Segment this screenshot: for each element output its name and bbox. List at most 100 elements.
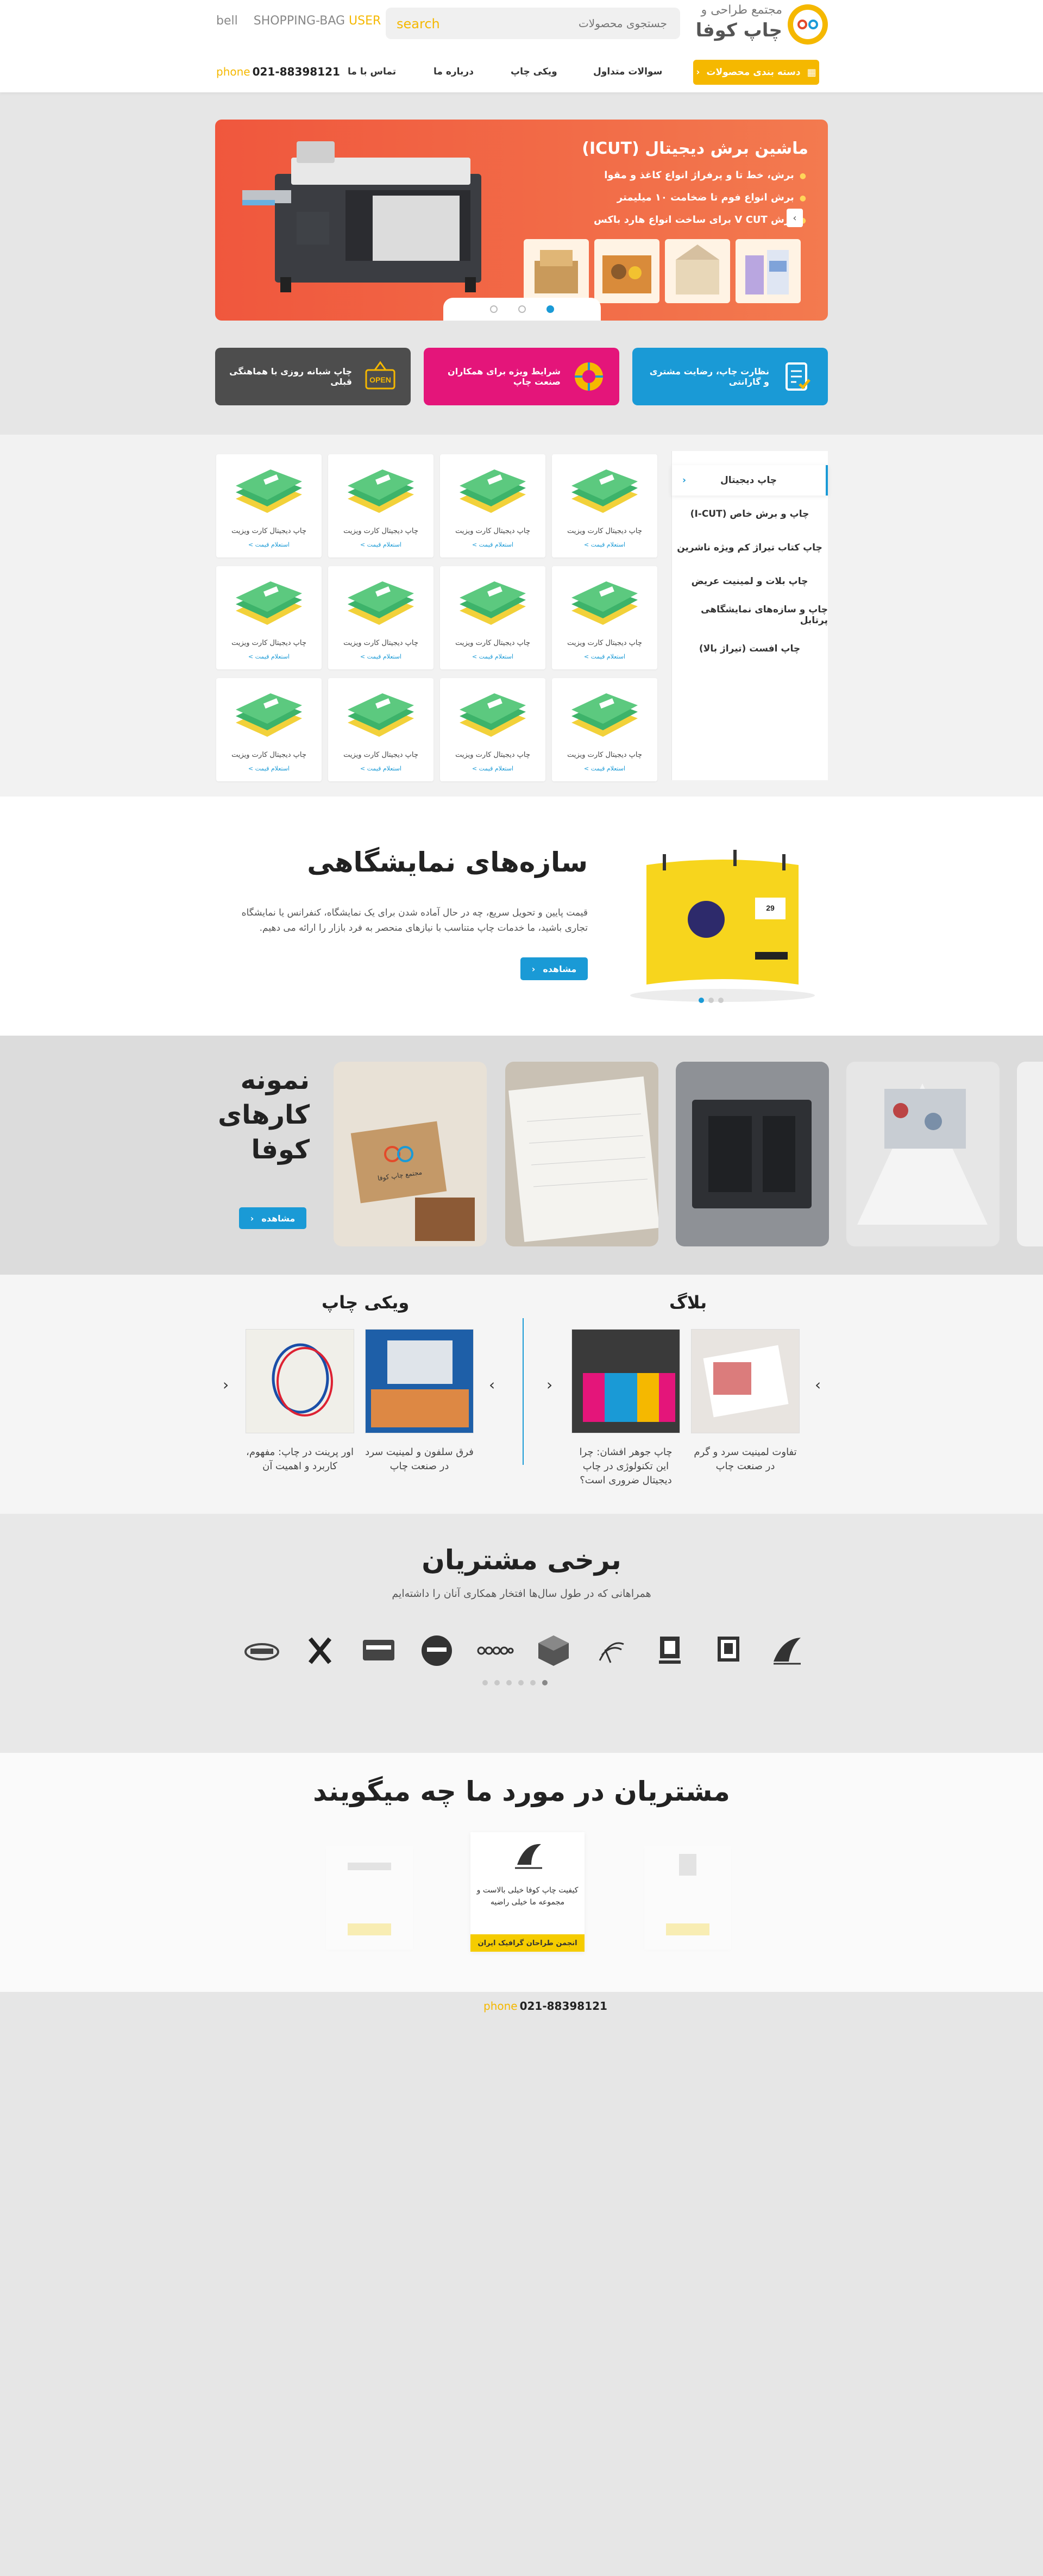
wiki-next-arrow[interactable]: › <box>223 1376 229 1394</box>
price-inquiry-link[interactable]: استعلام قیمت > <box>216 765 322 772</box>
category-item-book[interactable]: چاپ کتاب تیراژ کم ویژه ناشرین <box>671 532 828 563</box>
customer-logo[interactable] <box>764 1628 809 1674</box>
product-name[interactable]: چاپ دیجیتال کارت ویزیت <box>440 639 545 647</box>
blog-thumb[interactable] <box>571 1329 680 1433</box>
product-card[interactable]: چاپ دیجیتال کارت ویزیت استعلام قیمت > <box>552 678 657 781</box>
product-card[interactable]: چاپ دیجیتال کارت ویزیت استعلام قیمت > <box>440 566 545 669</box>
product-card[interactable]: چاپ دیجیتال کارت ویزیت استعلام قیمت > <box>216 454 322 557</box>
testimonial-card-left[interactable] <box>326 1846 413 1950</box>
wiki-post-title[interactable]: اور پرینت در چاپ: مفهوم، کاربرد و اهمیت … <box>246 1445 354 1474</box>
category-item-exhibition[interactable]: چاپ و سازه‌های نمایشگاهی پرتابل <box>671 600 828 630</box>
wiki-thumb[interactable] <box>246 1329 354 1433</box>
product-name[interactable]: چاپ دیجیتال کارت ویزیت <box>328 639 433 647</box>
nav-contact[interactable]: تماس با ما <box>348 66 396 77</box>
portfolio-card-brand[interactable]: مجتمع چاپ کوفا <box>334 1062 487 1246</box>
product-card[interactable]: چاپ دیجیتال کارت ویزیت استعلام قیمت > <box>552 566 657 669</box>
feature-warranty[interactable]: نظارت چاپ، رضایت مشتری و گارانتی <box>632 348 828 405</box>
wiki-post-title[interactable]: فرق سلفون و لمینیت سرد در صنعت چاپ <box>365 1445 474 1474</box>
category-item-offset[interactable]: چاپ افست (تیراژ بالا) <box>671 634 828 664</box>
portfolio-view-button[interactable]: مشاهده ‹ <box>239 1207 306 1229</box>
price-inquiry-link[interactable]: استعلام قیمت > <box>440 765 545 772</box>
price-inquiry-link[interactable]: استعلام قیمت > <box>216 541 322 548</box>
blog-prev-arrow[interactable]: ‹ <box>815 1376 821 1394</box>
bell-icon[interactable]: bell <box>216 14 238 28</box>
price-inquiry-link[interactable]: استعلام قیمت > <box>216 653 322 660</box>
carousel-dot[interactable] <box>482 1680 488 1685</box>
exhibition-view-button[interactable]: مشاهده ‹ <box>520 957 588 980</box>
wiki-thumb[interactable] <box>365 1329 474 1433</box>
carousel-dot[interactable] <box>708 998 714 1003</box>
product-card[interactable]: چاپ دیجیتال کارت ویزیت استعلام قیمت > <box>440 454 545 557</box>
product-name[interactable]: چاپ دیجیتال کارت ویزیت <box>328 751 433 759</box>
customer-logo[interactable] <box>297 1628 343 1674</box>
product-card[interactable]: چاپ دیجیتال کارت ویزیت استعلام قیمت > <box>328 678 433 781</box>
blog-post-title[interactable]: تفاوت لمینیت سرد و گرم در صنعت چاپ <box>691 1445 800 1474</box>
price-inquiry-link[interactable]: استعلام قیمت > <box>552 541 657 548</box>
portfolio-card-next[interactable] <box>1017 1062 1043 1246</box>
customer-logo[interactable] <box>414 1628 460 1674</box>
product-card[interactable]: چاپ دیجیتال کارت ویزیت استعلام قیمت > <box>216 678 322 781</box>
nav-about[interactable]: درباره ما <box>433 66 474 77</box>
product-name[interactable]: چاپ دیجیتال کارت ویزیت <box>552 751 657 759</box>
nav-faq[interactable]: سوالات متداول <box>593 66 662 77</box>
slider-dot[interactable] <box>490 305 498 313</box>
price-inquiry-link[interactable]: استعلام قیمت > <box>328 541 433 548</box>
customer-logo[interactable] <box>239 1628 285 1674</box>
product-name[interactable]: چاپ دیجیتال کارت ویزیت <box>552 639 657 647</box>
category-item-digital[interactable]: چاپ دیجیتال ‹ <box>671 465 828 496</box>
blog-post-title[interactable]: چاپ جوهر افشان: چرا این تکنولوژی در چاپ … <box>571 1445 680 1488</box>
feature-colleagues[interactable]: شرایط ویژه برای همکاران صنعت چاپ <box>424 348 619 405</box>
carousel-dot[interactable] <box>518 1680 524 1685</box>
user-icon[interactable]: USER <box>349 14 381 28</box>
shopping-bag-icon[interactable]: SHOPPING-BAG <box>254 14 345 28</box>
carousel-dot[interactable] <box>699 998 704 1003</box>
slider-dot-active[interactable] <box>546 305 554 313</box>
price-inquiry-link[interactable]: استعلام قیمت > <box>440 541 545 548</box>
footer-phone[interactable]: phone 021-88398121 <box>483 2000 607 2013</box>
portfolio-card-notepad[interactable] <box>505 1062 658 1246</box>
product-card[interactable]: چاپ دیجیتال کارت ویزیت استعلام قیمت > <box>328 566 433 669</box>
blog-next-arrow[interactable]: › <box>546 1376 552 1394</box>
slider-dot[interactable] <box>518 305 526 313</box>
kofa-logo[interactable] <box>788 4 828 45</box>
carousel-dot[interactable] <box>494 1680 500 1685</box>
slider-prev-button[interactable]: ‹ <box>787 209 803 227</box>
wiki-prev-arrow[interactable]: ‹ <box>489 1376 495 1394</box>
customer-logo[interactable] <box>706 1628 751 1674</box>
price-inquiry-link[interactable]: استعلام قیمت > <box>328 765 433 772</box>
feature-24h[interactable]: OPEN چاپ شبانه روزی با هماهنگی قبلی <box>215 348 411 405</box>
category-item-icut[interactable]: چاپ و برش خاص (I-CUT) <box>671 499 828 529</box>
product-name[interactable]: چاپ دیجیتال کارت ویزیت <box>440 751 545 759</box>
product-name[interactable]: چاپ دیجیتال کارت ویزیت <box>440 527 545 535</box>
product-card[interactable]: چاپ دیجیتال کارت ویزیت استعلام قیمت > <box>440 678 545 781</box>
category-item-plot[interactable]: چاپ بلات و لمینیت عریض <box>671 566 828 597</box>
product-name[interactable]: چاپ دیجیتال کارت ویزیت <box>328 527 433 535</box>
product-card[interactable]: چاپ دیجیتال کارت ویزیت استعلام قیمت > <box>216 566 322 669</box>
carousel-dot-active[interactable] <box>542 1680 548 1685</box>
carousel-dot[interactable] <box>506 1680 512 1685</box>
price-inquiry-link[interactable]: استعلام قیمت > <box>328 653 433 660</box>
category-menu-button[interactable]: ▦ دسته بندی محصولات ‹ <box>693 60 819 85</box>
customer-logo[interactable] <box>647 1628 693 1674</box>
testimonial-card-center[interactable]: کیفیت چاپ کوفا خیلی بالاست و مجموعه ما خ… <box>470 1832 585 1952</box>
search-icon[interactable]: search <box>397 16 440 32</box>
customer-logo[interactable] <box>356 1628 401 1674</box>
customer-logo[interactable] <box>472 1628 518 1674</box>
portfolio-card-giftbox[interactable] <box>676 1062 829 1246</box>
portfolio-card-calendar[interactable] <box>846 1062 1000 1246</box>
product-name[interactable]: چاپ دیجیتال کارت ویزیت <box>216 751 322 759</box>
header-phone[interactable]: phone 021-88398121 <box>216 65 340 78</box>
customer-logo[interactable] <box>589 1628 634 1674</box>
customer-logo[interactable] <box>531 1628 576 1674</box>
product-name[interactable]: چاپ دیجیتال کارت ویزیت <box>216 527 322 535</box>
product-name[interactable]: چاپ دیجیتال کارت ویزیت <box>216 639 322 647</box>
carousel-dot[interactable] <box>718 998 724 1003</box>
product-name[interactable]: چاپ دیجیتال کارت ویزیت <box>552 527 657 535</box>
price-inquiry-link[interactable]: استعلام قیمت > <box>552 765 657 772</box>
product-card[interactable]: چاپ دیجیتال کارت ویزیت استعلام قیمت > <box>328 454 433 557</box>
nav-wiki[interactable]: ویکی چاپ <box>511 66 557 77</box>
product-card[interactable]: چاپ دیجیتال کارت ویزیت استعلام قیمت > <box>552 454 657 557</box>
price-inquiry-link[interactable]: استعلام قیمت > <box>440 653 545 660</box>
price-inquiry-link[interactable]: استعلام قیمت > <box>552 653 657 660</box>
carousel-dot[interactable] <box>530 1680 536 1685</box>
